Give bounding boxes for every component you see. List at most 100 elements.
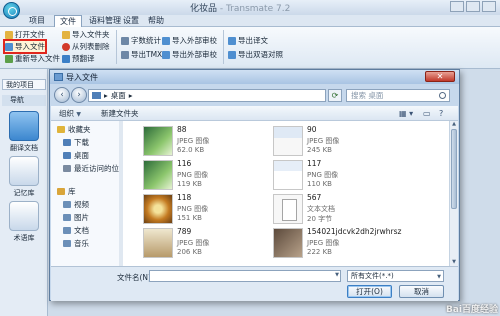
menu-bar: 项目 文件 语料管理 设置 帮助 <box>0 15 500 27</box>
import-file-button[interactable]: 导入文件 <box>3 39 47 54</box>
project-name: 化妆品 <box>190 4 218 14</box>
preview-pane-button[interactable]: ▭ <box>423 108 431 119</box>
reimport-file-button[interactable]: 重新导入文件 <box>5 53 60 64</box>
text-file-icon <box>273 194 303 224</box>
address-field[interactable]: ▸ 桌面 ▸ <box>88 89 326 102</box>
organize-button[interactable]: 组织 ▼ <box>59 108 81 120</box>
tree-item-videos[interactable]: 视频 <box>63 199 89 210</box>
menu-settings[interactable]: 设置 <box>118 15 144 27</box>
tree-item-documents[interactable]: 文档 <box>63 225 89 236</box>
import-external-review-button[interactable]: 导入外部审校 <box>162 35 217 46</box>
word-count-button[interactable]: 字数统计 <box>121 35 161 46</box>
scrollbar-thumb[interactable] <box>451 129 457 209</box>
recent-places-icon <box>63 165 71 172</box>
menu-file[interactable]: 文件 <box>54 15 82 27</box>
pretranslate-button[interactable]: 预翻译 <box>62 53 95 64</box>
file-item[interactable]: 154021jdcvk2dh2jrwhrsz JPEG 图像 222 KB <box>273 227 433 260</box>
tree-item-downloads[interactable]: 下载 <box>63 137 89 148</box>
maximize-button[interactable] <box>466 1 480 12</box>
file-name: 117 <box>307 159 322 168</box>
app-logo-icon[interactable] <box>3 2 20 19</box>
file-type-filter[interactable]: 所有文件(*.*) ▼ <box>347 270 444 282</box>
file-list: 88 JPEG 图像 62.0 KB 90 JPEG 图像 245 KB 116… <box>123 121 449 266</box>
dialog-title-bar: 导入文件 ✕ <box>50 70 459 84</box>
filename-input[interactable]: ▼ <box>149 270 341 282</box>
desktop-icon <box>63 152 71 159</box>
new-folder-button[interactable]: 新建文件夹 <box>101 108 139 119</box>
nav-item-memory[interactable]: 记忆库 <box>4 156 44 198</box>
file-size: 151 KB <box>177 214 202 222</box>
file-item[interactable]: 117 PNG 图像 110 KB <box>273 159 433 192</box>
file-type: JPEG 图像 <box>307 137 340 145</box>
tab-my-projects[interactable]: 我的项目 <box>2 79 46 90</box>
file-list-scrollbar[interactable]: ▲ ▼ <box>449 121 458 266</box>
desktop-icon <box>92 92 101 99</box>
file-type: JPEG 图像 <box>177 239 210 247</box>
tree-item-library[interactable]: 库 <box>57 186 76 197</box>
open-button[interactable]: 打开(O) <box>347 285 392 298</box>
minimize-button[interactable] <box>450 1 464 12</box>
tree-item-pictures[interactable]: 图片 <box>63 212 89 223</box>
scroll-down-icon[interactable]: ▼ <box>450 259 458 266</box>
import-file-dialog: 导入文件 ✕ ‹ › ▸ 桌面 ▸ ⟳ 搜索 桌面 组织 ▼ 新建文件夹 ▦ ▾… <box>49 69 460 301</box>
menu-project[interactable]: 项目 <box>24 15 50 27</box>
export-external-review-label: 导出外部审校 <box>172 50 217 59</box>
reimport-file-label: 重新导入文件 <box>15 54 60 63</box>
app-name: - Transmate 7.2 <box>217 4 291 14</box>
file-name: 154021jdcvk2dh2jrwhrsz <box>307 227 402 236</box>
export-tmx-button[interactable]: 导出TMX <box>121 49 162 60</box>
help-button[interactable]: ? <box>439 108 443 119</box>
file-item[interactable]: 90 JPEG 图像 245 KB <box>273 125 433 158</box>
pretranslate-icon <box>62 54 70 63</box>
tree-item-favorites[interactable]: 收藏夹 <box>57 124 91 135</box>
export-tmx-label: 导出TMX <box>131 50 163 59</box>
file-name: 118 <box>177 193 192 202</box>
remove-from-list-button[interactable]: 从列表删除 <box>62 41 110 52</box>
file-name: 90 <box>307 125 317 134</box>
ribbon-separator <box>223 30 224 64</box>
app-title-bar: 化妆品 - Transmate 7.2 <box>0 0 500 15</box>
export-external-review-button[interactable]: 导出外部审校 <box>162 49 217 60</box>
back-button[interactable]: ‹ <box>54 87 70 103</box>
import-folder-button[interactable]: 导入文件夹 <box>62 29 110 40</box>
scroll-up-icon[interactable]: ▲ <box>450 121 458 128</box>
video-icon <box>63 201 71 208</box>
import-external-review-label: 导入外部审校 <box>172 36 217 45</box>
file-size: 119 KB <box>177 180 202 188</box>
export-bilingual-button[interactable]: 导出双语对照 <box>228 49 283 60</box>
translate-docs-icon <box>9 111 39 141</box>
forward-button[interactable]: › <box>71 87 87 103</box>
chevron-right-icon: ▸ <box>128 91 133 100</box>
file-size: 245 KB <box>307 146 332 154</box>
file-item[interactable]: 567 文本文档 20 字节 <box>273 193 433 226</box>
image-thumbnail <box>273 160 303 190</box>
export-translation-button[interactable]: 导出译文 <box>228 35 268 46</box>
tree-item-label: 库 <box>68 187 76 196</box>
organize-label: 组织 <box>59 109 74 118</box>
export-translation-label: 导出译文 <box>238 36 268 45</box>
tree-item-desktop[interactable]: 桌面 <box>63 150 89 161</box>
cancel-button[interactable]: 取消 <box>399 285 444 298</box>
refresh-button[interactable]: ⟳ <box>328 89 342 102</box>
image-thumbnail <box>143 228 173 258</box>
tree-item-music[interactable]: 音乐 <box>63 238 89 249</box>
tree-item-recent[interactable]: 最近访问的位置 <box>63 163 127 174</box>
menu-help[interactable]: 帮助 <box>143 15 169 27</box>
tree-item-label: 音乐 <box>74 239 89 248</box>
nav-item-termbase[interactable]: 术语库 <box>4 201 44 243</box>
search-input[interactable]: 搜索 桌面 <box>346 89 450 102</box>
view-options-button[interactable]: ▦ ▾ <box>399 108 413 119</box>
nav-item-translate-docs[interactable]: 翻译文档 <box>4 111 44 153</box>
image-thumbnail <box>143 126 173 156</box>
close-window-button[interactable] <box>482 1 496 12</box>
tree-item-label: 桌面 <box>74 151 89 160</box>
window-controls <box>450 1 496 12</box>
chevron-right-icon: ▸ <box>104 91 108 100</box>
dialog-close-button[interactable]: ✕ <box>425 71 455 82</box>
file-type: 文本文档 <box>307 205 335 213</box>
file-type: PNG 图像 <box>177 171 209 179</box>
dialog-toolbar: 组织 ▼ 新建文件夹 ▦ ▾ ▭ ? <box>51 106 458 121</box>
chevron-down-icon[interactable]: ▼ <box>335 272 339 278</box>
file-size: 62.0 KB <box>177 146 205 154</box>
open-file-button[interactable]: 打开文件 <box>5 29 45 40</box>
